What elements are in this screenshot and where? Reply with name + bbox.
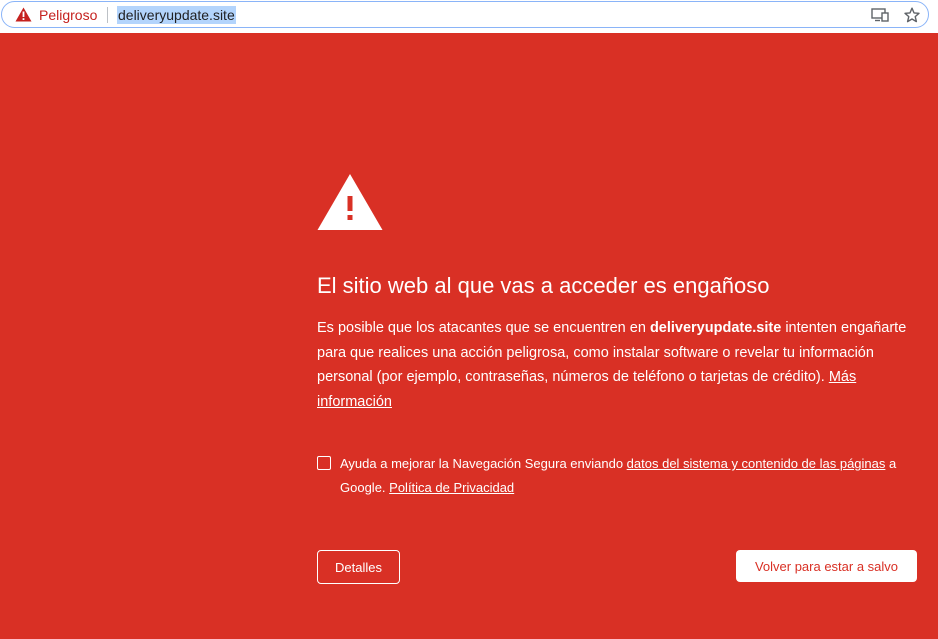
site-domain: deliveryupdate.site — [649, 320, 782, 336]
omnibox-separator — [107, 7, 108, 23]
star-icon[interactable] — [904, 7, 920, 23]
security-status-label[interactable]: Peligroso — [39, 6, 97, 24]
warning-triangle-icon — [317, 174, 383, 230]
page-title: El sitio web al que vas a acceder es eng… — [317, 273, 770, 298]
cast-icon[interactable] — [871, 8, 889, 22]
details-button[interactable]: Detalles — [317, 550, 400, 584]
browser-toolbar: Peligroso deliveryupdate.site — [0, 0, 938, 33]
privacy-policy-link[interactable]: Política de Privacidad — [389, 480, 514, 495]
url-text[interactable]: deliveryupdate.site — [117, 6, 236, 24]
warning-triangle-icon[interactable] — [15, 7, 32, 22]
back-to-safety-button[interactable]: Volver para estar a salvo — [736, 550, 917, 582]
omnibox[interactable]: Peligroso deliveryupdate.site — [1, 1, 929, 28]
safe-browsing-optin-checkbox[interactable] — [317, 456, 331, 470]
explanation-text: Es posible que los atacantes que se encu… — [317, 320, 650, 336]
system-data-link[interactable]: datos del sistema y contenido de las pág… — [627, 456, 886, 471]
optin-text: Ayuda a mejorar la Navegación Segura env… — [340, 456, 627, 471]
explanation-paragraph: Es posible que los atacantes que se encu… — [317, 316, 917, 414]
safe-browsing-optin-label: Ayuda a mejorar la Navegación Segura env… — [340, 452, 930, 500]
